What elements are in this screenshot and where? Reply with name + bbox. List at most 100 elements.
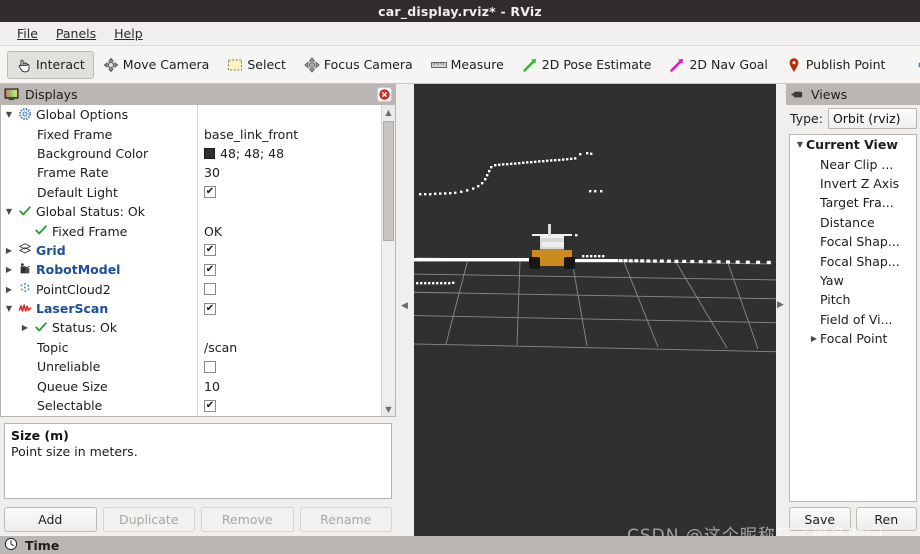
display-row-name-cell: Background Color: [1, 145, 197, 161]
display-row[interactable]: Fixed Frame OK: [1, 221, 381, 241]
duplicate-display-button[interactable]: Duplicate: [102, 507, 195, 532]
view-type-row: Type: Orbit (rviz): [786, 105, 920, 132]
display-row[interactable]: ▼ Global Options: [1, 105, 381, 125]
menu-file[interactable]: File: [8, 24, 47, 43]
display-enabled-checkbox[interactable]: [204, 244, 216, 257]
display-row-value: OK: [204, 223, 223, 239]
display-row[interactable]: Queue Size 10: [1, 376, 381, 396]
view-property-row[interactable]: Field of Vi...: [790, 310, 916, 329]
displays-scrollbar[interactable]: ▲ ▼: [381, 105, 395, 416]
chevron-down-icon[interactable]: ▼: [794, 140, 806, 149]
menu-panels-label: Panels: [55, 26, 97, 41]
display-enabled-checkbox[interactable]: [204, 399, 216, 412]
display-row[interactable]: Default Light: [1, 182, 381, 202]
display-enabled-checkbox[interactable]: [204, 360, 216, 373]
remove-display-button[interactable]: Remove: [201, 507, 294, 532]
add-tool-button[interactable]: [908, 51, 920, 79]
display-row[interactable]: ▶ Status: Ok: [1, 318, 381, 338]
collapse-right-icon[interactable]: ▶: [777, 300, 784, 310]
pointcloud-icon: [18, 281, 33, 297]
chevron-right-icon[interactable]: ▶: [3, 265, 15, 274]
display-row-value-cell[interactable]: [197, 260, 381, 280]
display-row[interactable]: Unreliable: [1, 357, 381, 377]
display-row[interactable]: Topic/scan: [1, 337, 381, 358]
view-property-row[interactable]: ▶ Focal Point: [790, 329, 916, 348]
display-enabled-checkbox[interactable]: [204, 263, 216, 276]
displays-tree[interactable]: ▼ Global Options Fixed Frame base_link_fron…: [0, 105, 396, 417]
display-row-value-cell[interactable]: 10: [197, 376, 381, 396]
display-row-value-cell[interactable]: base_link_front: [197, 124, 381, 144]
display-enabled-checkbox[interactable]: [204, 302, 216, 315]
chevron-right-icon[interactable]: ▶: [3, 285, 15, 294]
tool-select[interactable]: Select: [218, 51, 295, 79]
view-property-row[interactable]: Yaw: [790, 271, 916, 290]
display-row-value-cell[interactable]: 48; 48; 48: [197, 143, 381, 164]
view-property-row[interactable]: Focal Shap...: [790, 251, 916, 270]
display-row[interactable]: Selectable: [1, 395, 381, 416]
display-row[interactable]: ▶ Grid: [1, 240, 381, 261]
display-row-value-cell[interactable]: [197, 357, 381, 377]
menu-help[interactable]: Help: [105, 24, 152, 43]
view-property-row[interactable]: Focal Shap...: [790, 232, 916, 251]
display-enabled-checkbox[interactable]: [204, 283, 216, 296]
view-property-row[interactable]: Near Clip ...: [790, 154, 916, 173]
chevron-right-icon[interactable]: ▶: [808, 334, 820, 343]
tool-2d-pose-estimate[interactable]: 2D Pose Estimate: [513, 51, 661, 79]
display-row-value-cell[interactable]: [197, 318, 381, 338]
right-splitter[interactable]: ▶: [776, 84, 786, 536]
view-property-row[interactable]: Target Fra...: [790, 193, 916, 212]
tool-2d-nav-goal-label: 2D Nav Goal: [689, 57, 768, 72]
view-type-combo[interactable]: Orbit (rviz): [827, 108, 917, 129]
display-row-value-cell[interactable]: [197, 240, 381, 261]
pointcloud-icon: [20, 283, 30, 293]
displays-close-button[interactable]: [377, 87, 392, 102]
display-row-value-cell[interactable]: [197, 201, 381, 222]
tool-focus-camera[interactable]: Focus Camera: [295, 51, 422, 79]
display-row-value-cell[interactable]: [197, 182, 381, 202]
rename-view-button[interactable]: Ren: [855, 507, 917, 531]
chevron-down-icon[interactable]: ▼: [3, 110, 15, 119]
chevron-down-icon[interactable]: ▼: [3, 304, 15, 313]
rename-display-button[interactable]: Rename: [299, 507, 392, 532]
view-property-row[interactable]: Pitch: [790, 290, 916, 309]
display-row[interactable]: Fixed Frame base_link_front: [1, 124, 381, 144]
time-panel: Time: [0, 536, 920, 554]
scroll-down-arrow[interactable]: ▼: [382, 402, 395, 416]
display-row-value-cell[interactable]: [197, 395, 381, 416]
chevron-right-icon[interactable]: ▶: [19, 323, 31, 332]
display-row[interactable]: ▼ Global Status: Ok: [1, 201, 381, 222]
tool-move-camera[interactable]: Move Camera: [94, 51, 219, 79]
tool-publish-point[interactable]: Publish Point: [777, 51, 895, 79]
view-property-row[interactable]: Invert Z Axis: [790, 174, 916, 193]
display-row[interactable]: ▼ LaserScan: [1, 298, 381, 319]
display-enabled-checkbox[interactable]: [204, 186, 216, 199]
render-viewport[interactable]: ▶: [414, 84, 786, 536]
menu-panels[interactable]: Panels: [47, 24, 105, 43]
display-row-value-cell[interactable]: OK: [197, 221, 381, 241]
view-property-row[interactable]: ▼ Current View: [790, 135, 916, 154]
display-row[interactable]: ▶ PointCloud2: [1, 279, 381, 299]
display-row-value-cell[interactable]: [197, 105, 381, 125]
left-splitter[interactable]: ◀: [396, 84, 414, 536]
display-row-value-cell[interactable]: 30: [197, 163, 381, 183]
display-row[interactable]: Frame Rate 30: [1, 163, 381, 183]
view-property-row[interactable]: Distance: [790, 213, 916, 232]
color-swatch[interactable]: [204, 147, 215, 159]
tool-interact[interactable]: Interact: [7, 50, 94, 79]
display-row[interactable]: Background Color 48; 48; 48: [1, 143, 381, 164]
display-row-value-cell[interactable]: [197, 279, 381, 299]
display-row[interactable]: ▶ RobotModel: [1, 260, 381, 280]
tool-measure[interactable]: Measure: [422, 51, 513, 79]
chevron-down-icon[interactable]: ▼: [3, 207, 15, 216]
display-row-name-cell: Topic: [1, 339, 197, 355]
scrollbar-thumb[interactable]: [383, 121, 394, 241]
chevron-right-icon[interactable]: ▶: [3, 246, 15, 255]
scroll-up-arrow[interactable]: ▲: [382, 105, 395, 119]
display-row-value-cell[interactable]: [197, 298, 381, 319]
save-view-button[interactable]: Save: [789, 507, 851, 531]
collapse-left-icon[interactable]: ◀: [400, 300, 409, 312]
tool-2d-nav-goal[interactable]: 2D Nav Goal: [660, 51, 776, 79]
add-display-button[interactable]: Add: [4, 507, 97, 532]
views-tree[interactable]: ▼ Current View Near Clip ... Invert Z Axis T…: [789, 134, 917, 502]
display-row-value-cell[interactable]: /scan: [197, 337, 381, 358]
